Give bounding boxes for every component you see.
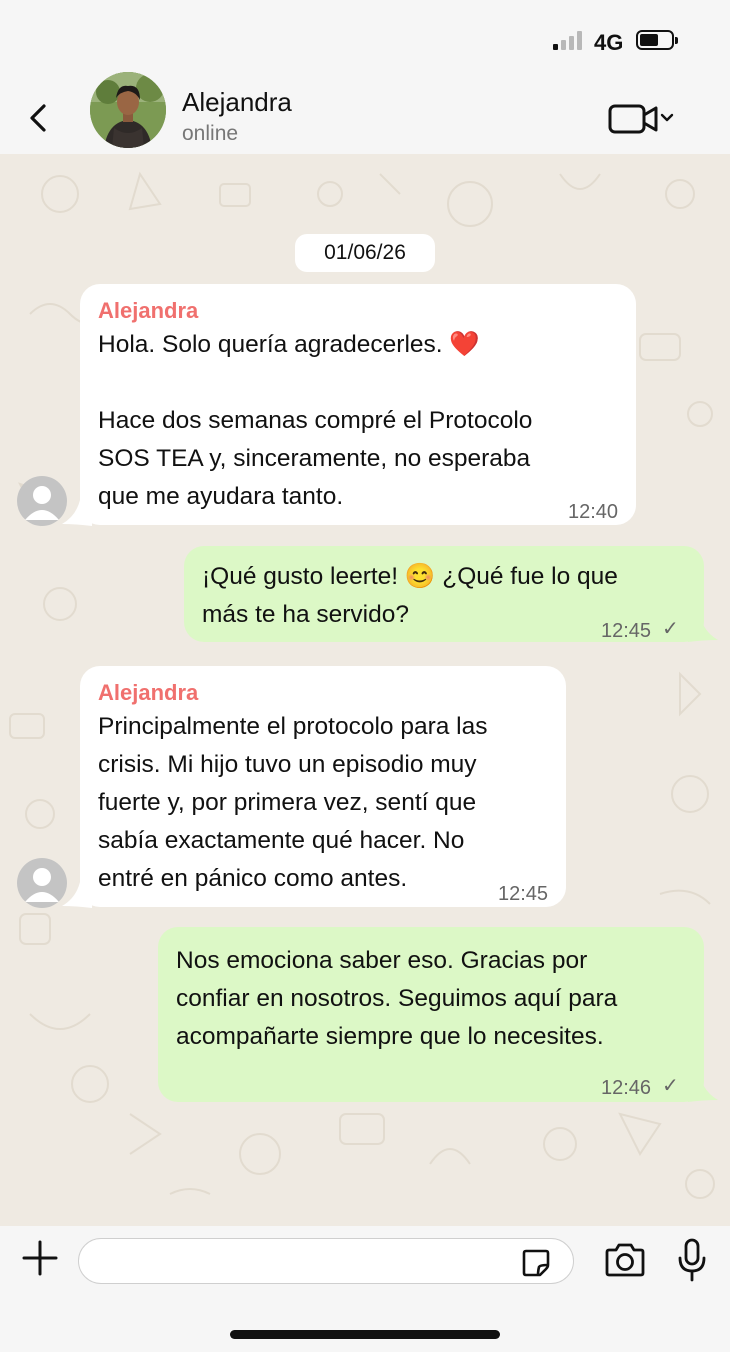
message-text: acompañarte siempre que lo necesites. [176, 1023, 604, 1050]
status-bar: 4G [0, 0, 730, 82]
date-separator: 01/06/26 [295, 234, 435, 272]
battery-icon [636, 30, 678, 50]
message-text: SOS TEA y, sinceramente, no esperaba [98, 445, 531, 472]
message-text: ¡Qué gusto leerte! 😊 ¿Qué fue lo que [202, 563, 618, 590]
message-bubble-incoming[interactable]: Alejandra Hola. Solo quería agradecerles… [80, 284, 636, 525]
message-bubble-outgoing[interactable]: ¡Qué gusto leerte! 😊 ¿Qué fue lo que más… [184, 546, 704, 642]
message-input[interactable] [78, 1238, 574, 1284]
signal-strength-icon [553, 30, 585, 50]
video-camera-icon[interactable] [608, 98, 680, 138]
message-time: 12:45 [498, 883, 549, 905]
contact-status: online [182, 122, 239, 145]
chevron-left-icon[interactable] [22, 100, 58, 136]
message-text: entré en pánico como antes. [98, 865, 408, 892]
network-type: 4G [594, 30, 624, 55]
message-text: Nos emociona saber eso. Gracias por [176, 947, 588, 974]
message-text [98, 364, 618, 402]
sender-avatar-icon [17, 476, 67, 526]
message-sender: Alejandra [98, 298, 199, 323]
message-time: 12:46 [601, 1077, 652, 1099]
message-sender: Alejandra [98, 680, 199, 705]
sender-avatar-icon [17, 858, 67, 908]
message-text: sabía exactamente qué hacer. No [98, 827, 465, 854]
plus-icon[interactable] [22, 1240, 58, 1276]
message-composer [0, 1226, 730, 1352]
sent-check-icon: ✓ [662, 618, 679, 640]
message-text: que me ayudara tanto. [98, 483, 344, 510]
message-time: 12:40 [568, 501, 619, 523]
message-text: Principalmente el protocolo para las [98, 713, 488, 740]
message-text: fuerte y, por primera vez, sentí que [98, 789, 477, 816]
chat-header: Alejandra online [0, 72, 730, 154]
chat-area[interactable]: 01/06/26 Alejandra Hola. Solo quería agr… [0, 154, 730, 1226]
message-text: confiar en nosotros. Seguimos aquí para [176, 985, 618, 1012]
camera-icon[interactable] [603, 1242, 647, 1278]
message-text: Hola. Solo quería agradecerles. ❤️ [98, 331, 480, 358]
home-indicator [230, 1330, 500, 1339]
message-bubble-outgoing[interactable]: Nos emociona saber eso. Gracias por conf… [158, 927, 704, 1102]
message-time: 12:45 [601, 620, 652, 642]
microphone-icon[interactable] [676, 1238, 708, 1282]
sticker-icon[interactable] [520, 1247, 552, 1279]
contact-name[interactable]: Alejandra [182, 87, 292, 118]
message-text: Hace dos semanas compré el Protocolo [98, 407, 533, 434]
message-bubble-incoming[interactable]: Alejandra Principalmente el protocolo pa… [80, 666, 566, 907]
sent-check-icon: ✓ [662, 1075, 679, 1097]
contact-avatar[interactable] [90, 72, 166, 148]
message-text: crisis. Mi hijo tuvo un episodio muy [98, 751, 477, 778]
